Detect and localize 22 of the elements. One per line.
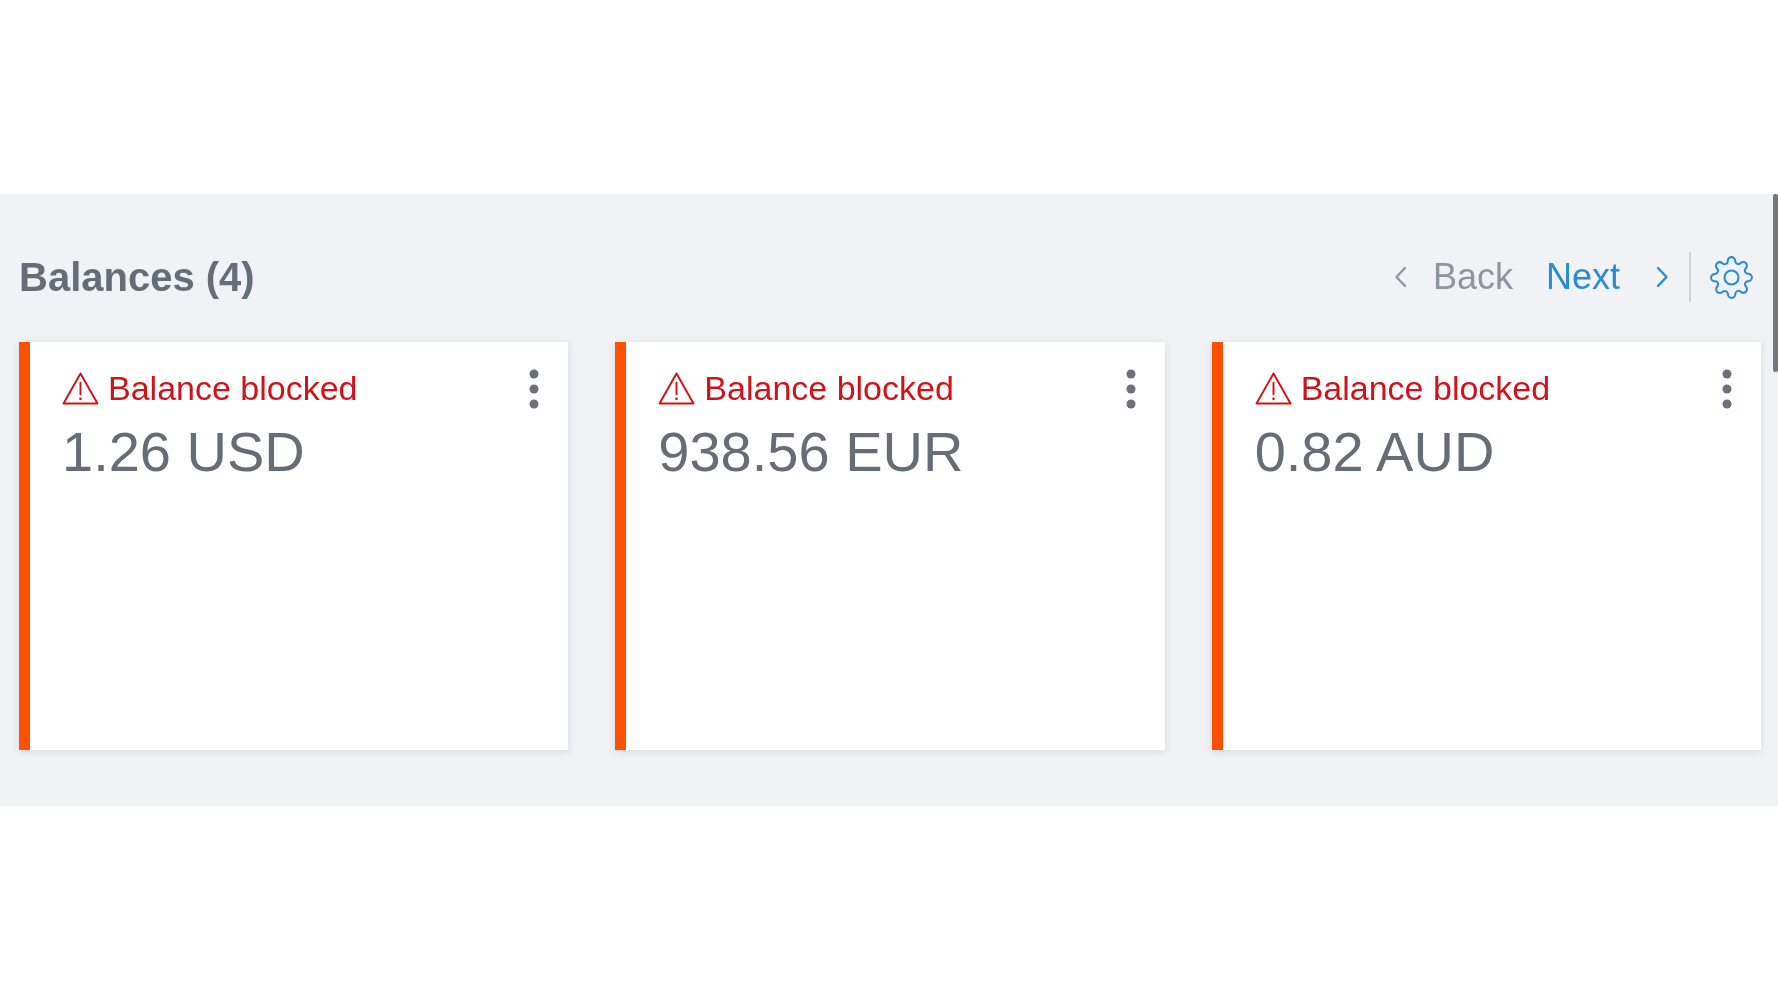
more-button[interactable]	[1125, 369, 1136, 409]
warning-icon	[658, 371, 696, 405]
status-text: Balance blocked	[704, 368, 954, 409]
warning-icon	[1254, 371, 1292, 405]
kebab-icon	[1125, 369, 1136, 409]
status-text: Balance blocked	[1300, 368, 1551, 409]
scrollbar-thumb[interactable]	[1773, 194, 1778, 372]
next-button[interactable]: Next	[1545, 255, 1669, 299]
kebab-icon	[1722, 369, 1732, 409]
chevron-right-icon	[1656, 266, 1669, 288]
balance-amount: 0.82 AUD	[1254, 419, 1496, 485]
settings-button[interactable]	[1710, 255, 1753, 299]
more-button[interactable]	[529, 369, 540, 409]
balance-amount: 938.56 EUR	[658, 419, 965, 485]
kebab-icon	[529, 369, 540, 409]
balance-amount: 1.26 USD	[62, 419, 306, 485]
section-title: Balances (4)	[19, 254, 255, 301]
more-button[interactable]	[1722, 369, 1732, 409]
warning-icon	[62, 371, 99, 405]
settings-icon	[1710, 255, 1753, 299]
chevron-left-icon	[1393, 266, 1407, 288]
status-text: Balance blocked	[108, 368, 358, 409]
